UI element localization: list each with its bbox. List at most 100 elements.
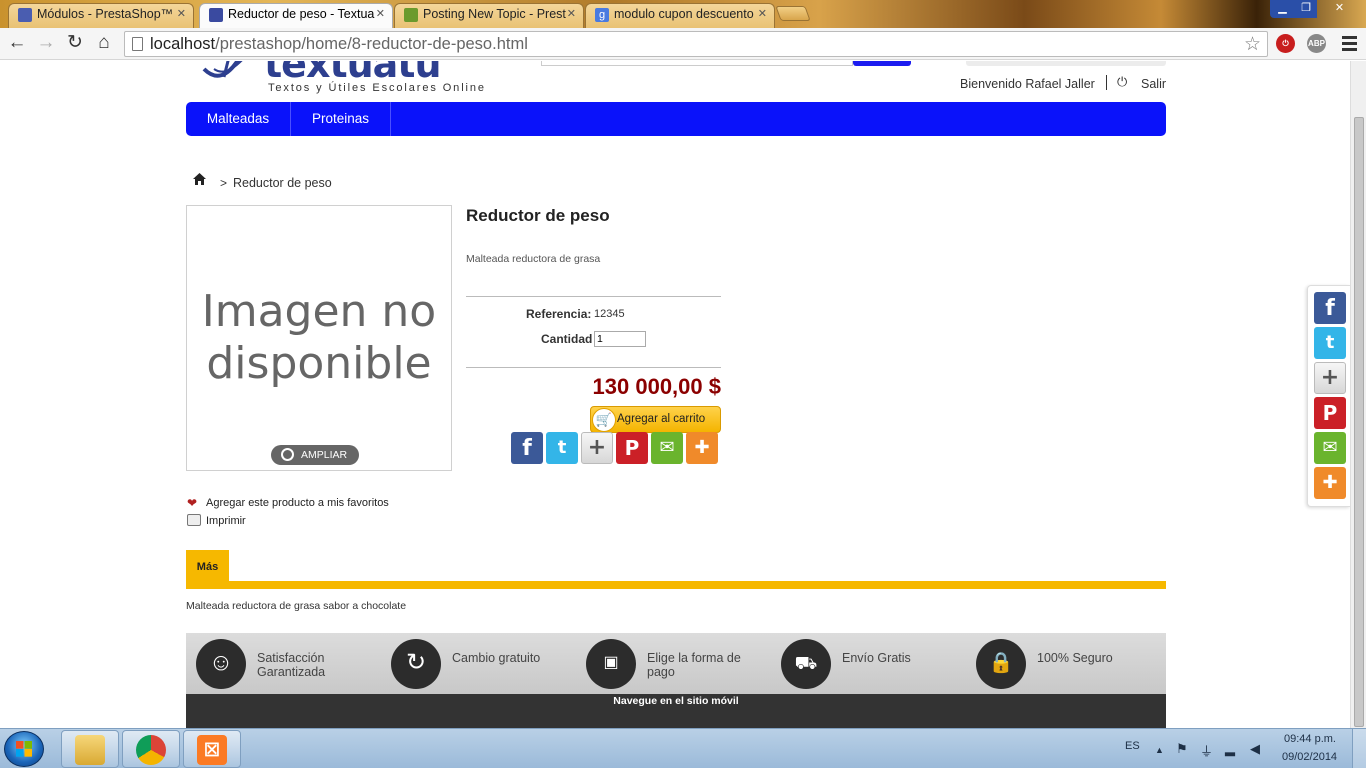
truck-icon: ⛟	[781, 639, 831, 689]
footer: Navegue en el sitio móvil	[186, 694, 1166, 728]
reassurance-label: Cambio gratuito	[452, 651, 541, 665]
browser-tab-title: modulo cupon descuento	[614, 7, 754, 21]
twitter-icon[interactable]: t	[546, 432, 578, 464]
lock-icon: 🔒	[976, 639, 1026, 689]
logo-swoosh-icon	[202, 61, 243, 78]
search-input[interactable]	[541, 61, 853, 66]
pinterest-icon[interactable]: P	[616, 432, 648, 464]
zoom-label: AMPLIAR	[301, 449, 348, 461]
print-link[interactable]: Imprimir	[206, 515, 246, 527]
quantity-input[interactable]	[594, 331, 646, 347]
zoom-button[interactable]: AMPLIAR	[271, 445, 359, 465]
add-to-cart-button[interactable]: 🛒 Agregar al carrito	[590, 406, 721, 433]
folder-icon	[75, 735, 105, 765]
home-icon[interactable]: ⌂	[92, 32, 116, 56]
page-scrollbar[interactable]	[1350, 61, 1366, 728]
browser-tab-title: Módulos - PrestaShop™	[37, 7, 174, 21]
cart-icon: 🛒	[592, 408, 616, 432]
main-menu: Malteadas Proteinas	[186, 102, 1166, 136]
header-divider	[1106, 75, 1107, 90]
taskbar-xampp[interactable]: ☒	[183, 730, 241, 768]
product-long-description: Malteada reductora de grasa sabor a choc…	[186, 600, 407, 612]
logo-tagline: Textos y Útiles Escolares Online	[268, 82, 486, 94]
facebook-icon[interactable]: f	[1314, 292, 1346, 324]
browser-tab[interactable]: Módulos - PrestaShop™ ✕	[8, 3, 194, 28]
plus-icon[interactable]: +	[581, 432, 613, 464]
taskbar-explorer[interactable]	[61, 730, 119, 768]
card-icon: ▣	[586, 639, 636, 689]
taskbar-chrome[interactable]	[122, 730, 180, 768]
minimize-window-button[interactable]: ▁	[1270, 0, 1295, 18]
start-button[interactable]	[4, 731, 44, 767]
reload-icon[interactable]: ↻	[63, 32, 87, 56]
browser-tab[interactable]: g modulo cupon descuento ✕	[585, 3, 775, 28]
scrollbar-thumb[interactable]	[1354, 117, 1364, 727]
close-tab-icon[interactable]: ✕	[376, 4, 385, 25]
email-icon[interactable]: ✉	[651, 432, 683, 464]
divider	[466, 296, 721, 297]
forward-icon[interactable]: →	[34, 32, 58, 56]
reassurance-label: Envío Gratis	[842, 651, 911, 665]
close-tab-icon[interactable]: ✕	[177, 4, 186, 25]
show-hidden-icons-icon[interactable]: ▲	[1155, 745, 1164, 755]
site-logo[interactable]: textuatu Textos y Útiles Escolares Onlin…	[196, 61, 506, 97]
volume-icon[interactable]: ◀	[1250, 741, 1260, 757]
reassurance-label: 100% Seguro	[1037, 651, 1113, 665]
plus-icon[interactable]: +	[1314, 362, 1346, 394]
browser-tab[interactable]: Posting New Topic - Prest ✕	[394, 3, 584, 28]
show-desktop-button[interactable]	[1352, 729, 1366, 768]
facebook-icon[interactable]: f	[511, 432, 543, 464]
email-icon[interactable]: ✉	[1314, 432, 1346, 464]
clock-time[interactable]: 09:44 p.m.	[1284, 733, 1336, 745]
breadcrumb-current: Reductor de peso	[233, 176, 332, 190]
twitter-icon[interactable]: t	[1314, 327, 1346, 359]
product-title: Reductor de peso	[466, 206, 610, 225]
prestashop-favicon-icon	[18, 8, 32, 22]
bookmark-star-icon[interactable]: ☆	[1244, 33, 1261, 56]
google-favicon-icon: g	[595, 8, 609, 22]
logout-link[interactable]: Salir	[1141, 77, 1166, 91]
menu-item-malteadas[interactable]: Malteadas	[186, 102, 291, 136]
stumble-icon[interactable]: ✚	[1314, 467, 1346, 499]
close-window-button[interactable]: ✕	[1317, 0, 1362, 18]
search-button[interactable]	[853, 61, 911, 66]
chrome-menu-icon[interactable]	[1342, 36, 1357, 51]
clock-date[interactable]: 09/02/2014	[1282, 751, 1337, 763]
restore-window-button[interactable]: ❐	[1295, 0, 1317, 18]
pinterest-icon[interactable]: P	[1314, 397, 1346, 429]
breadcrumb-home-icon[interactable]	[193, 173, 206, 185]
power-plug-icon[interactable]: ⏚	[1200, 741, 1213, 760]
abp-icon[interactable]: ABP	[1307, 34, 1326, 53]
logout-power-icon[interactable]: ⏻	[1117, 74, 1127, 90]
page-icon	[132, 37, 143, 51]
smiley-icon: ☺	[196, 639, 246, 689]
language-indicator[interactable]: ES	[1125, 740, 1140, 752]
windows-logo-icon	[16, 741, 32, 757]
heart-icon: ❤	[187, 496, 198, 510]
stop-extension-icon[interactable]: ⏻	[1276, 34, 1295, 53]
printer-icon	[187, 514, 201, 526]
network-signal-icon[interactable]: ▂	[1225, 741, 1235, 757]
browser-toolbar: ← → ↻ ⌂ localhost/prestashop/home/8-redu…	[0, 28, 1366, 60]
add-to-cart-label: Agregar al carrito	[617, 413, 706, 425]
action-center-flag-icon[interactable]: ⚑	[1176, 741, 1188, 757]
add-to-favorites-link[interactable]: Agregar este producto a mis favoritos	[206, 497, 389, 509]
cart-summary-block[interactable]	[966, 61, 1166, 66]
menu-item-proteinas[interactable]: Proteinas	[291, 102, 391, 136]
tab-mas[interactable]: Más	[186, 550, 229, 581]
close-tab-icon[interactable]: ✕	[567, 4, 576, 25]
back-icon[interactable]: ←	[5, 32, 29, 56]
mobile-site-link[interactable]: Navegue en el sitio móvil	[186, 695, 1166, 707]
address-bar[interactable]: localhost/prestashop/home/8-reductor-de-…	[124, 31, 1268, 57]
product-image[interactable]: Imagen no disponible AMPLIAR	[186, 205, 452, 471]
reassurance-label: Elige la forma de pago	[647, 651, 741, 679]
browser-tab-active[interactable]: Reductor de peso - Textua ✕	[199, 3, 393, 28]
chrome-icon	[136, 735, 166, 765]
close-tab-icon[interactable]: ✕	[758, 4, 767, 25]
forum-favicon-icon	[404, 8, 418, 22]
stumble-icon[interactable]: ✚	[686, 432, 718, 464]
browser-tab-title: Posting New Topic - Prest	[423, 7, 566, 21]
new-tab-button[interactable]	[775, 6, 811, 21]
welcome-text: Bienvenido Rafael Jaller	[960, 77, 1095, 91]
address-url[interactable]: localhost/prestashop/home/8-reductor-de-…	[150, 35, 528, 54]
